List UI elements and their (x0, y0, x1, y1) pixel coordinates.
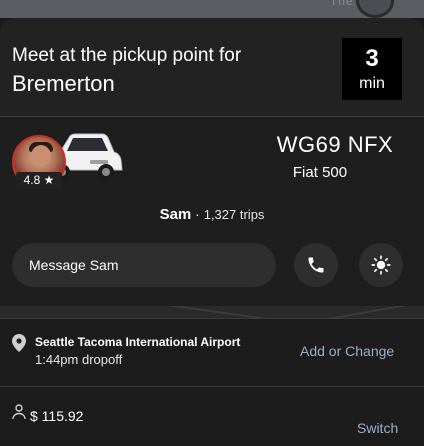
driver-summary: Sam · 1,327 trips (0, 206, 424, 223)
brightness-icon (371, 255, 391, 275)
brightness-button[interactable] (359, 243, 403, 287)
license-plate: WG69 NFX (276, 132, 394, 157)
fare-amount: $ 115.92 (30, 408, 84, 424)
map-place-label: The (330, 0, 354, 8)
divider (0, 386, 424, 387)
pickup-header: Meet at the pickup point for Bremerton 3… (0, 18, 424, 114)
pickup-instruction: Meet at the pickup point for (12, 45, 242, 66)
person-icon (12, 404, 26, 420)
add-or-change-link[interactable]: Add or Change (300, 343, 394, 359)
pickup-title: Meet at the pickup point for Bremerton (12, 44, 312, 98)
divider (0, 318, 424, 319)
call-driver-button[interactable] (294, 243, 338, 287)
switch-payment-link[interactable]: Switch (357, 420, 398, 436)
driver-rating: 4.8 ★ (16, 172, 62, 189)
dropoff-time: 1:44pm dropoff (35, 352, 123, 367)
divider (0, 116, 424, 117)
driver-trips: 1,327 trips (203, 207, 265, 222)
message-driver-button[interactable]: Message Sam (12, 243, 276, 287)
location-pin-icon (12, 334, 26, 352)
map-view-top[interactable]: The (0, 0, 424, 18)
destination-name: Seattle Tacoma International Airport (35, 335, 241, 349)
eta-value: 3 (365, 45, 379, 72)
eta-badge: 3 min (342, 38, 402, 100)
separator-dot: · (195, 206, 200, 222)
driver-name: Sam (159, 206, 192, 223)
car-model: Fiat 500 (292, 164, 348, 181)
pickup-location: Bremerton (12, 71, 115, 96)
map-pin-icon (356, 0, 394, 18)
map-view-strip[interactable] (0, 306, 424, 318)
eta-unit: min (359, 75, 385, 92)
phone-icon (308, 257, 324, 273)
